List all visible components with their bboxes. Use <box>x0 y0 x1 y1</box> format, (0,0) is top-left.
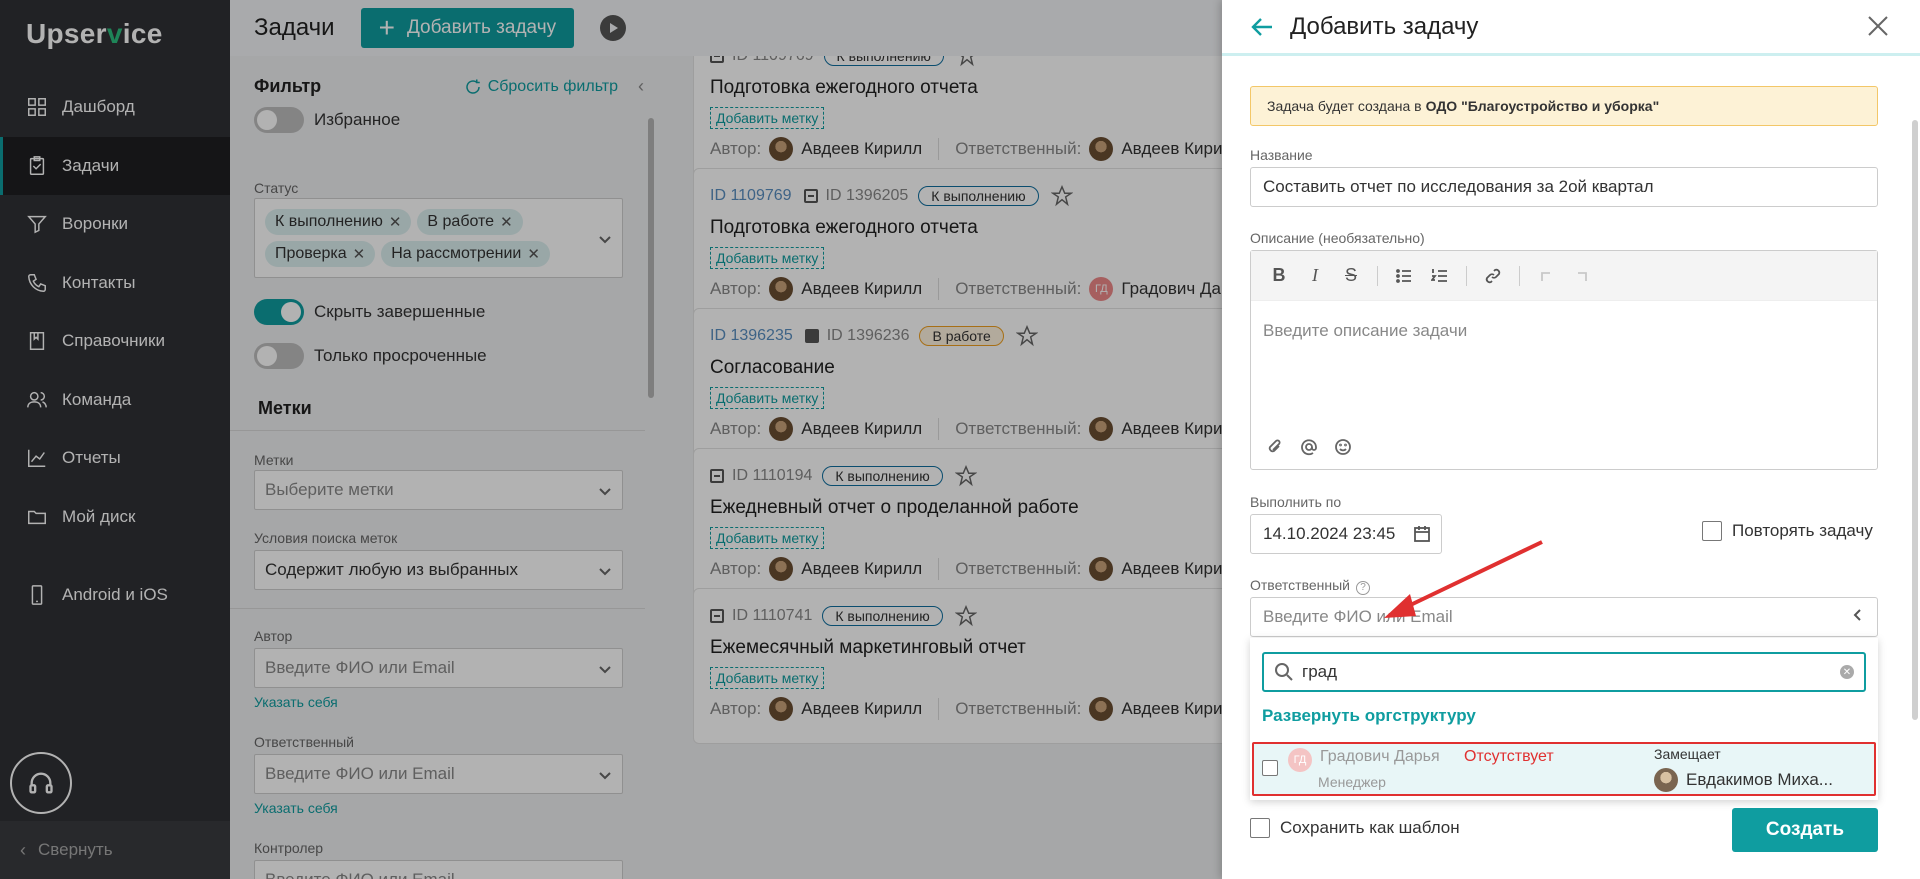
bold-icon[interactable]: B <box>1269 265 1289 286</box>
drawer-header: Добавить задачу <box>1222 0 1920 56</box>
task-name-input[interactable]: Составить отчет по исследования за 2ой к… <box>1250 167 1878 207</box>
repeat-task-checkbox[interactable] <box>1702 521 1722 541</box>
strikethrough-icon[interactable]: S <box>1341 265 1361 286</box>
person-checkbox[interactable] <box>1262 760 1278 776</box>
responsible-search-input[interactable]: град ✕ <box>1262 652 1866 692</box>
attachment-icon[interactable] <box>1265 437 1285 457</box>
expand-org-structure-link[interactable]: Развернуть оргструктуру <box>1262 706 1476 726</box>
drawer-title: Добавить задачу <box>1290 12 1479 40</box>
arrow-left-icon[interactable] <box>1250 14 1276 40</box>
person-option[interactable]: ГД Градович Дарья Отсутствует Менеджер З… <box>1252 742 1876 796</box>
divider <box>1519 265 1520 286</box>
emoji-icon[interactable] <box>1333 437 1353 457</box>
due-date-label: Выполнить по <box>1250 494 1342 510</box>
save-template-label: Сохранить как шаблон <box>1280 818 1460 837</box>
numbered-list-icon[interactable] <box>1430 266 1450 286</box>
clear-icon[interactable]: ✕ <box>1840 665 1854 679</box>
description-editor[interactable]: B I S Введите описание задачи <box>1250 250 1878 470</box>
responsible-dropdown: град ✕ Развернуть оргструктуру ГД Градов… <box>1250 638 1878 800</box>
modal-backdrop[interactable] <box>0 0 1222 879</box>
repeat-task-checkbox-row[interactable]: Повторять задачу <box>1702 521 1873 541</box>
divider <box>1377 265 1378 286</box>
save-template-checkbox[interactable] <box>1250 818 1270 838</box>
person-role: Менеджер <box>1318 774 1386 790</box>
mention-icon[interactable] <box>1299 437 1319 457</box>
add-task-drawer: Добавить задачу Задача будет создана в ОД… <box>1222 0 1920 879</box>
org-notice: Задача будет создана в ОДО "Благоустройст… <box>1250 86 1878 126</box>
responsible-input[interactable]: Введите ФИО или Email <box>1250 597 1878 637</box>
bullet-list-icon[interactable] <box>1394 266 1414 286</box>
search-icon <box>1275 663 1293 681</box>
link-icon[interactable] <box>1483 266 1503 286</box>
editor-bottom-bar <box>1265 437 1353 457</box>
substitute-label: Замещает <box>1654 746 1721 762</box>
editor-toolbar: B I S <box>1251 251 1877 301</box>
responsible-label: Ответственный? <box>1250 577 1370 595</box>
substitute-name: Евдакимов Миха... <box>1686 770 1833 789</box>
undo-icon[interactable] <box>1536 266 1556 286</box>
divider <box>1466 265 1467 286</box>
create-button[interactable]: Создать <box>1732 808 1878 852</box>
chevron-left-icon[interactable] <box>1851 607 1865 627</box>
absent-status: Отсутствует <box>1464 748 1554 765</box>
task-name-label: Название <box>1250 147 1313 163</box>
description-placeholder: Введите описание задачи <box>1263 321 1468 340</box>
drawer-scrollbar[interactable] <box>1912 120 1918 720</box>
person-name: Градович Дарья <box>1320 748 1440 765</box>
calendar-icon[interactable] <box>1413 525 1431 543</box>
avatar: ГД <box>1288 748 1312 772</box>
italic-icon[interactable]: I <box>1305 265 1325 286</box>
description-label: Описание (необязательно) <box>1250 230 1425 246</box>
redo-icon[interactable] <box>1572 266 1592 286</box>
avatar <box>1654 768 1678 792</box>
help-icon[interactable]: ? <box>1355 581 1370 595</box>
save-template-checkbox-row[interactable]: Сохранить как шаблон <box>1250 818 1460 838</box>
due-date-input[interactable]: 14.10.2024 23:45 <box>1250 514 1442 554</box>
repeat-task-label: Повторять задачу <box>1732 521 1873 540</box>
close-icon[interactable] <box>1866 14 1890 38</box>
